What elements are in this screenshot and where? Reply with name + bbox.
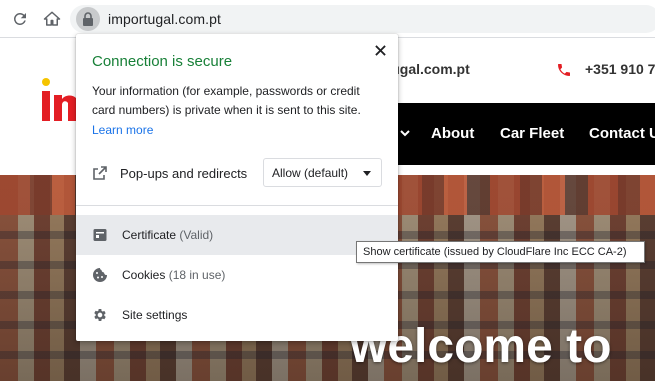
permission-select[interactable]: Allow (default): [263, 158, 382, 187]
connection-status-title: Connection is secure: [92, 53, 233, 70]
divider: [76, 205, 398, 206]
cookies-item[interactable]: Cookies (18 in use): [76, 255, 398, 295]
nav-about[interactable]: About: [431, 125, 474, 142]
close-button[interactable]: [372, 42, 388, 58]
external-link-icon: [93, 166, 107, 180]
certificate-status: (Valid): [179, 228, 214, 242]
certificate-icon: [93, 229, 107, 241]
reload-icon: [13, 12, 26, 25]
learn-more-link[interactable]: Learn more: [92, 123, 153, 137]
tooltip-text: Show certificate (issued by CloudFlare I…: [363, 246, 627, 258]
home-icon: [43, 11, 61, 26]
dropdown-arrow-icon: [363, 171, 371, 176]
certificate-item[interactable]: Certificate (Valid): [76, 215, 398, 255]
site-settings-label: Site settings: [122, 308, 188, 322]
site-info-button[interactable]: [76, 7, 100, 31]
phone-icon: [558, 64, 570, 76]
cookie-icon: [93, 268, 107, 282]
close-icon: [374, 44, 386, 56]
reload-button[interactable]: [9, 8, 31, 30]
header-phone[interactable]: +351 910 78: [585, 61, 655, 77]
certificate-tooltip: Show certificate (issued by CloudFlare I…: [356, 241, 645, 263]
permission-popups-redirects: Pop-ups and redirects Allow (default): [76, 153, 398, 193]
browser-toolbar: importugal.com.pt: [0, 0, 655, 38]
lock-icon: [83, 12, 93, 26]
home-button[interactable]: [41, 8, 63, 30]
cookies-count: (18 in use): [168, 268, 226, 282]
permission-select-value: Allow (default): [272, 166, 349, 180]
cookies-label: Cookies (18 in use): [122, 268, 226, 282]
chevron-down-icon: [400, 130, 410, 137]
connection-description: Your information (for example, passwords…: [92, 84, 361, 117]
nav-car-fleet[interactable]: Car Fleet: [500, 125, 564, 142]
address-bar[interactable]: importugal.com.pt: [70, 5, 655, 33]
site-info-popup: Connection is secure Your information (f…: [76, 34, 398, 341]
site-navbar: About Car Fleet Contact U: [370, 103, 655, 165]
nav-contact[interactable]: Contact U: [589, 125, 655, 142]
permission-label: Pop-ups and redirects: [120, 166, 248, 181]
site-logo[interactable]: [40, 77, 80, 129]
gear-icon: [94, 309, 106, 321]
site-settings-item[interactable]: Site settings: [76, 295, 398, 335]
certificate-label: Certificate (Valid): [122, 228, 214, 242]
url-text[interactable]: importugal.com.pt: [108, 11, 221, 27]
